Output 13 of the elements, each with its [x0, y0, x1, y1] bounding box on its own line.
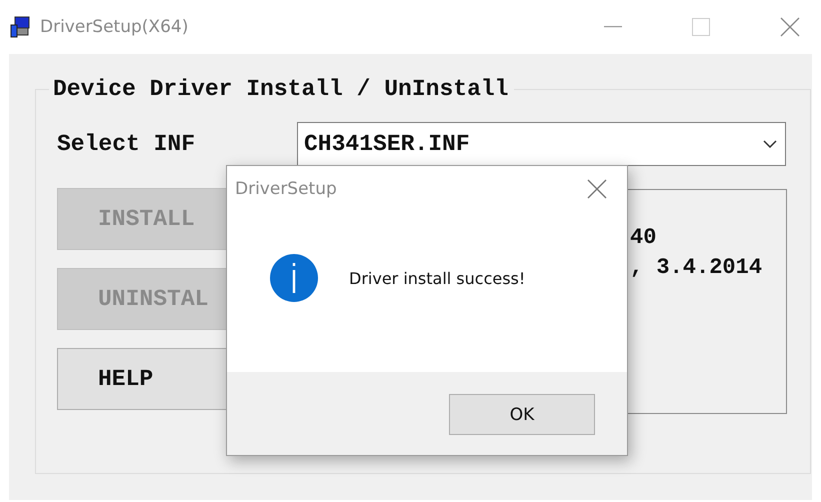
- close-icon[interactable]: [587, 179, 607, 199]
- group-title: Device Driver Install / UnInstall: [52, 76, 510, 102]
- select-inf-label: Select INF: [57, 131, 196, 157]
- window-title: DriverSetup(X64): [40, 17, 188, 37]
- chevron-down-icon: [763, 140, 777, 148]
- inf-dropdown[interactable]: CH341SER.INF: [297, 122, 786, 166]
- info-text: 40: [630, 224, 658, 252]
- computer-icon: [10, 16, 32, 38]
- ok-button[interactable]: OK: [449, 394, 595, 435]
- close-icon[interactable]: [780, 17, 800, 37]
- info-text: , 3.4.2014: [630, 254, 764, 282]
- minimize-icon[interactable]: [604, 26, 622, 28]
- info-icon: [270, 254, 318, 302]
